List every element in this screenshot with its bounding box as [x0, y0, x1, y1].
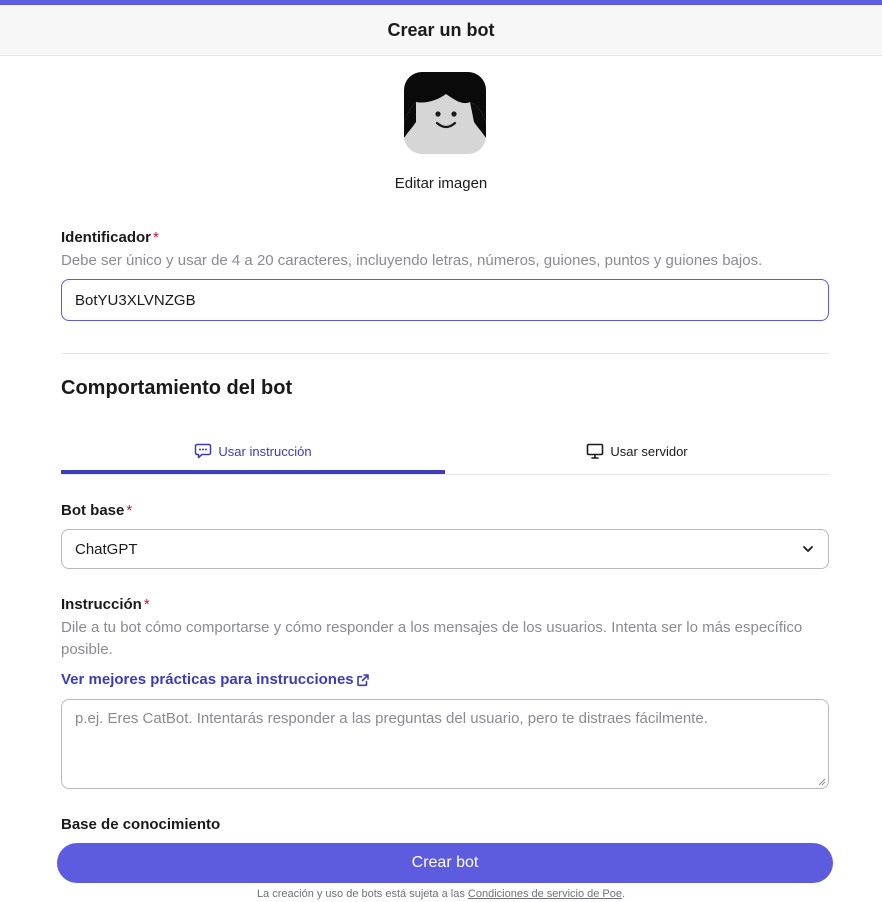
instruction-textarea[interactable]: p.ej. Eres CatBot. Intentarás responder …: [61, 699, 829, 789]
knowledge-base-label: Base de conocimiento: [61, 816, 221, 833]
identifier-label-text: Identificador: [61, 229, 152, 246]
best-practices-link-text: Ver mejores prácticas para instrucciones: [61, 671, 354, 688]
chevron-down-icon: [803, 546, 813, 552]
tab-use-server-label: Usar servidor: [610, 443, 688, 459]
section-divider: [61, 353, 829, 354]
terms-footer-suffix: .: [622, 888, 626, 900]
best-practices-link[interactable]: Ver mejores prácticas para instrucciones: [61, 671, 370, 688]
tab-use-server[interactable]: Usar servidor: [445, 428, 829, 474]
base-bot-selected-value: ChatGPT: [75, 540, 138, 558]
bot-avatar[interactable]: [404, 72, 486, 154]
instruction-placeholder: p.ej. Eres CatBot. Intentarás responder …: [75, 710, 708, 727]
terms-footer: La creación y uso de bots está sujeta a …: [0, 888, 882, 900]
avatar-face-icon: [404, 72, 486, 154]
monitor-icon: [587, 443, 604, 459]
chat-bubble-icon: [195, 443, 212, 459]
instruction-hint: Dile a tu bot cómo comportarse y cómo re…: [61, 619, 803, 658]
tab-use-instruction-label: Usar instrucción: [218, 443, 312, 459]
instruction-label: Instrucción *: [61, 596, 150, 613]
terms-of-service-link[interactable]: Condiciones de servicio de Poe: [468, 888, 622, 900]
identifier-input-value: BotYU3XLVNZGB: [75, 291, 196, 309]
tab-use-instruction[interactable]: Usar instrucción: [61, 428, 445, 474]
resize-handle-icon[interactable]: [816, 776, 826, 786]
base-bot-select[interactable]: ChatGPT: [61, 529, 829, 569]
page-title: Crear un bot: [387, 19, 495, 40]
base-bot-label: Bot base *: [61, 502, 132, 519]
behavior-section-title: Comportamiento del bot: [61, 377, 293, 399]
base-bot-label-text: Bot base: [61, 502, 125, 519]
edit-image-button[interactable]: Editar imagen: [0, 175, 882, 192]
identifier-label: Identificador *: [61, 229, 159, 246]
behavior-tabs: Usar instrucción Usar servidor: [61, 428, 829, 475]
external-link-icon: [356, 673, 369, 686]
identifier-hint: Debe ser único y usar de 4 a 20 caracter…: [61, 252, 763, 269]
identifier-input[interactable]: BotYU3XLVNZGB: [61, 279, 829, 321]
terms-footer-text: La creación y uso de bots está sujeta a …: [256, 888, 468, 900]
instruction-label-text: Instrucción: [61, 596, 142, 613]
required-mark: *: [143, 596, 150, 613]
create-bot-button[interactable]: Crear bot: [57, 843, 833, 883]
page-header: Crear un bot: [0, 5, 882, 56]
required-mark: *: [153, 229, 159, 246]
active-tab-indicator: [61, 470, 445, 474]
required-mark: *: [126, 502, 133, 519]
